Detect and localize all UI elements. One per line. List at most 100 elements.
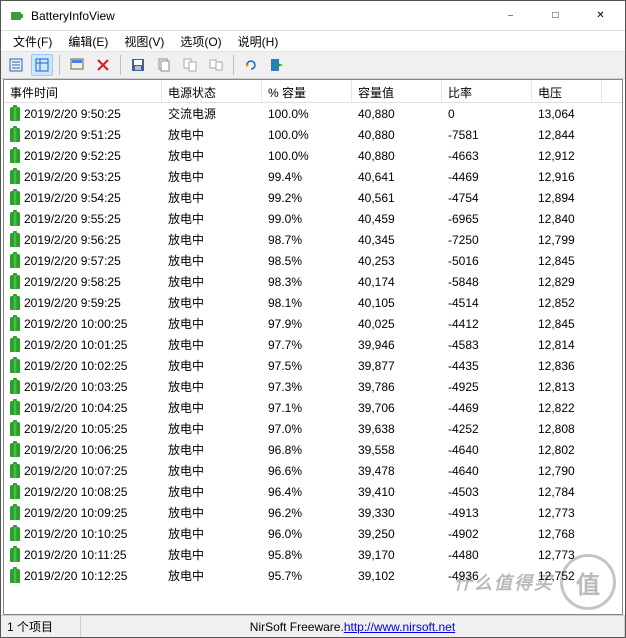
cell-voltage: 12,784 (532, 483, 602, 501)
copy3-icon (208, 57, 224, 73)
credit-link[interactable]: http://www.nirsoft.net (344, 620, 455, 634)
table-row[interactable]: 2019/2/20 10:05:25放电中97.0%39,638-425212,… (4, 418, 622, 439)
toolbar (1, 51, 625, 79)
table-row[interactable]: 2019/2/20 9:51:25放电中100.0%40,880-758112,… (4, 124, 622, 145)
table-row[interactable]: 2019/2/20 9:54:25放电中99.2%40,561-475412,8… (4, 187, 622, 208)
table-row[interactable]: 2019/2/20 9:56:25放电中98.7%40,345-725012,7… (4, 229, 622, 250)
tool-properties[interactable] (66, 54, 88, 76)
grid-body[interactable]: 2019/2/20 9:50:25交流电源100.0%40,880013,064… (4, 103, 622, 614)
table-row[interactable]: 2019/2/20 10:12:25放电中95.7%39,102-493612,… (4, 565, 622, 586)
tool-copy3[interactable] (205, 54, 227, 76)
table-row[interactable]: 2019/2/20 10:00:25放电中97.9%40,025-441212,… (4, 313, 622, 334)
cell-rate: -4663 (442, 147, 532, 165)
table-row[interactable]: 2019/2/20 10:07:25放电中96.6%39,478-464012,… (4, 460, 622, 481)
cell-voltage: 12,845 (532, 315, 602, 333)
status-credit: NirSoft Freeware. http://www.nirsoft.net (81, 616, 625, 637)
cell-rate: -4754 (442, 189, 532, 207)
tool-view1[interactable] (5, 54, 27, 76)
cell-state: 放电中 (162, 292, 262, 313)
cell-cap: 39,706 (352, 399, 442, 417)
cell-voltage: 12,814 (532, 336, 602, 354)
menu-edit[interactable]: 编辑(E) (60, 31, 116, 52)
cell-time: 2019/2/20 9:53:25 (4, 168, 162, 186)
table-row[interactable]: 2019/2/20 10:08:25放电中96.4%39,410-450312,… (4, 481, 622, 502)
col-rate[interactable]: 比率 (442, 80, 532, 102)
cell-rate: -4925 (442, 378, 532, 396)
col-voltage[interactable]: 电压 (532, 80, 602, 102)
properties-icon (69, 57, 85, 73)
cell-rate: -4514 (442, 294, 532, 312)
tool-view2[interactable] (31, 54, 53, 76)
cell-time: 2019/2/20 9:54:25 (4, 189, 162, 207)
credit-text: NirSoft Freeware. (250, 620, 344, 634)
table-row[interactable]: 2019/2/20 9:58:25放电中98.3%40,174-584812,8… (4, 271, 622, 292)
table-row[interactable]: 2019/2/20 10:04:25放电中97.1%39,706-446912,… (4, 397, 622, 418)
cell-voltage: 12,912 (532, 147, 602, 165)
cell-state: 放电中 (162, 250, 262, 271)
cell-voltage: 12,894 (532, 189, 602, 207)
table-row[interactable]: 2019/2/20 9:55:25放电中99.0%40,459-696512,8… (4, 208, 622, 229)
tool-refresh[interactable] (240, 54, 262, 76)
cell-voltage: 12,916 (532, 168, 602, 186)
cell-cap: 40,880 (352, 147, 442, 165)
menu-options[interactable]: 选项(O) (172, 31, 229, 52)
table-row[interactable]: 2019/2/20 10:09:25放电中96.2%39,330-491312,… (4, 502, 622, 523)
col-pct[interactable]: % 容量 (262, 80, 352, 102)
cell-cap: 39,946 (352, 336, 442, 354)
table-row[interactable]: 2019/2/20 10:03:25放电中97.3%39,786-492512,… (4, 376, 622, 397)
close-button[interactable]: ✕ (578, 1, 623, 30)
table-row[interactable]: 2019/2/20 9:59:25放电中98.1%40,105-451412,8… (4, 292, 622, 313)
table-row[interactable]: 2019/2/20 9:53:25放电中99.4%40,641-446912,9… (4, 166, 622, 187)
battery-icon (10, 422, 20, 436)
cell-cap: 40,641 (352, 168, 442, 186)
cell-cap: 39,410 (352, 483, 442, 501)
col-state[interactable]: 电源状态 (162, 80, 262, 102)
tool-copy2[interactable] (179, 54, 201, 76)
cell-state: 放电中 (162, 208, 262, 229)
table-row[interactable]: 2019/2/20 10:02:25放电中97.5%39,877-443512,… (4, 355, 622, 376)
tool-save[interactable] (127, 54, 149, 76)
cell-pct: 95.8% (262, 546, 352, 564)
cell-rate: -4480 (442, 546, 532, 564)
refresh-icon (243, 57, 259, 73)
maximize-button[interactable]: □ (533, 1, 578, 30)
table-row[interactable]: 2019/2/20 9:57:25放电中98.5%40,253-501612,8… (4, 250, 622, 271)
tool-delete[interactable] (92, 54, 114, 76)
menu-file[interactable]: 文件(F) (5, 31, 60, 52)
cell-voltage: 12,840 (532, 210, 602, 228)
grid-header: 事件时间 电源状态 % 容量 容量值 比率 电压 (4, 80, 622, 103)
menu-help[interactable]: 说明(H) (230, 31, 287, 52)
cell-pct: 99.0% (262, 210, 352, 228)
cell-pct: 100.0% (262, 105, 352, 123)
status-count: 1 个项目 (1, 616, 81, 637)
col-cap[interactable]: 容量值 (352, 80, 442, 102)
tool-copy[interactable] (153, 54, 175, 76)
cell-state: 放电中 (162, 334, 262, 355)
table-row[interactable]: 2019/2/20 10:10:25放电中96.0%39,250-490212,… (4, 523, 622, 544)
minimize-button[interactable]: – (488, 1, 533, 30)
table-row[interactable]: 2019/2/20 10:06:25放电中96.8%39,558-464012,… (4, 439, 622, 460)
cell-cap: 40,880 (352, 126, 442, 144)
cell-state: 放电中 (162, 355, 262, 376)
details-icon (34, 57, 50, 73)
table-row[interactable]: 2019/2/20 10:11:25放电中95.8%39,170-448012,… (4, 544, 622, 565)
col-time[interactable]: 事件时间 (4, 80, 162, 102)
battery-icon (10, 191, 20, 205)
separator (233, 55, 234, 75)
menu-view[interactable]: 视图(V) (116, 31, 172, 52)
battery-icon (10, 548, 20, 562)
table-row[interactable]: 2019/2/20 9:50:25交流电源100.0%40,880013,064 (4, 103, 622, 124)
tool-exit[interactable] (266, 54, 288, 76)
cell-pct: 96.4% (262, 483, 352, 501)
table-row[interactable]: 2019/2/20 10:01:25放电中97.7%39,946-458312,… (4, 334, 622, 355)
cell-rate: -4640 (442, 441, 532, 459)
cell-state: 放电中 (162, 502, 262, 523)
cell-pct: 98.1% (262, 294, 352, 312)
table-row[interactable]: 2019/2/20 9:52:25放电中100.0%40,880-466312,… (4, 145, 622, 166)
cell-time: 2019/2/20 10:03:25 (4, 378, 162, 396)
cell-state: 放电中 (162, 418, 262, 439)
cell-cap: 39,877 (352, 357, 442, 375)
cell-state: 放电中 (162, 271, 262, 292)
cell-pct: 98.5% (262, 252, 352, 270)
cell-state: 放电中 (162, 397, 262, 418)
